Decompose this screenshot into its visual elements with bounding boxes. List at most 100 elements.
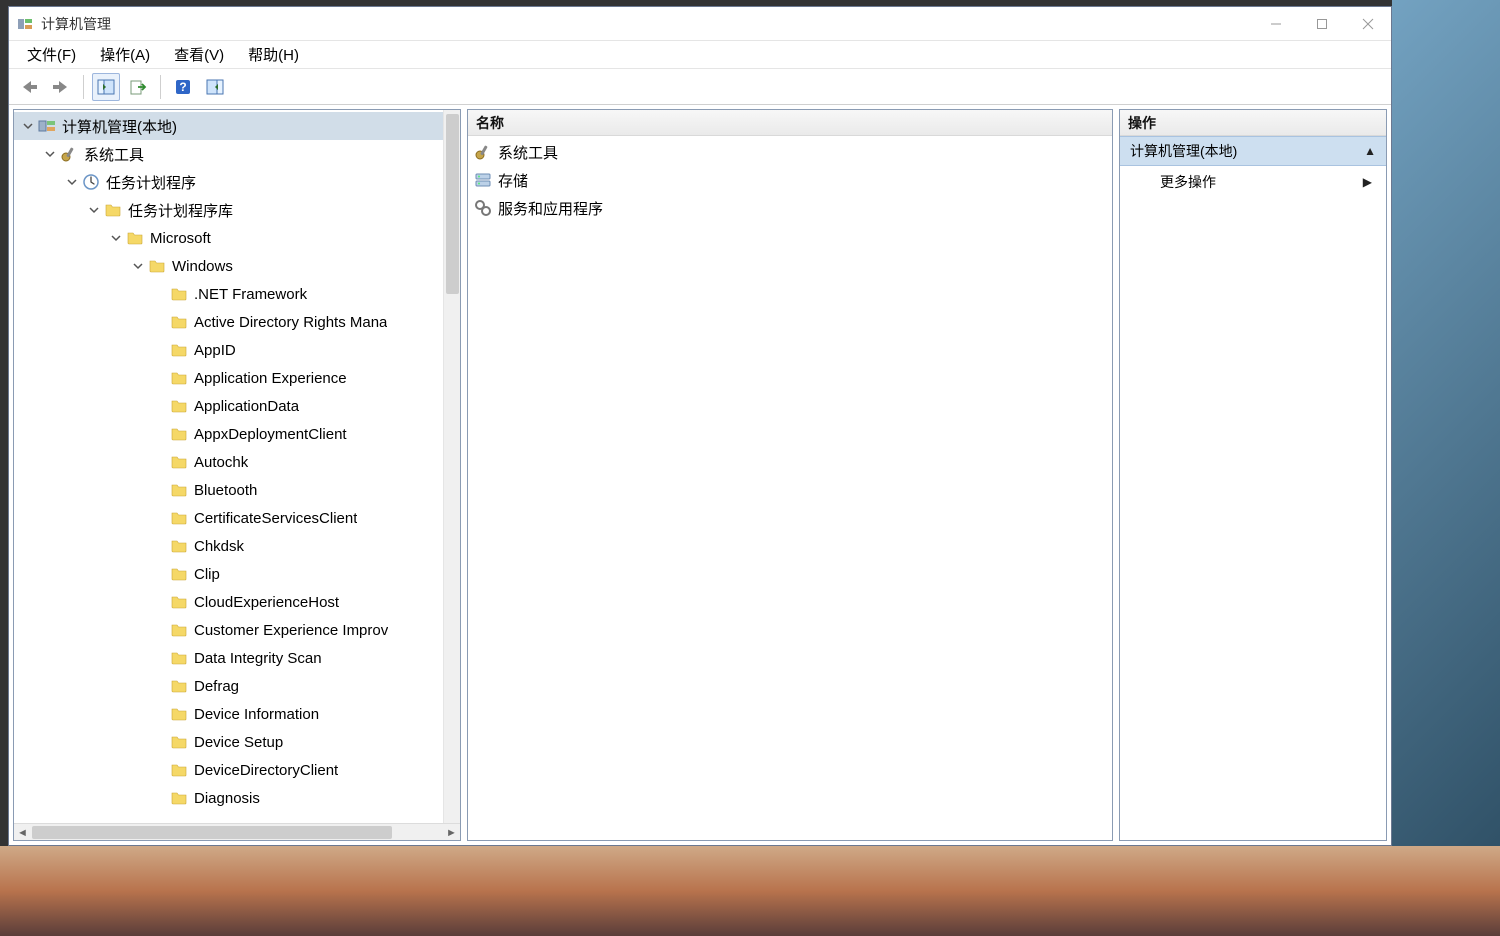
tree-panel: 计算机管理(本地) 系统工具 任务计划程序 任务计划程序库 Microsoft …	[13, 109, 461, 841]
tree-folder-item[interactable]: AppID	[14, 336, 460, 364]
tree-item-label: 系统工具	[84, 144, 144, 165]
list-item[interactable]: 存储	[468, 166, 1112, 194]
maximize-button[interactable]	[1299, 7, 1345, 41]
tree-folder-item[interactable]: Device Information	[14, 700, 460, 728]
expand-icon[interactable]	[42, 149, 58, 159]
tree-folder-item[interactable]: Application Experience	[14, 364, 460, 392]
toolbar-separator	[160, 75, 161, 99]
tree-folder-item[interactable]: DeviceDirectoryClient	[14, 756, 460, 784]
chevron-right-icon: ▶	[1363, 175, 1372, 189]
tree-horizontal-scrollbar[interactable]: ◄ ►	[14, 823, 460, 840]
tree-folder-item[interactable]: Customer Experience Improv	[14, 616, 460, 644]
menu-file[interactable]: 文件(F)	[15, 41, 88, 68]
menu-help[interactable]: 帮助(H)	[236, 41, 311, 68]
tree-folder-item[interactable]: Bluetooth	[14, 476, 460, 504]
tree-windows[interactable]: Windows	[14, 252, 460, 280]
tree-item-label: Chkdsk	[194, 538, 244, 555]
tree-folder-item-icon	[170, 705, 188, 723]
tree-folder-item[interactable]: Active Directory Rights Mana	[14, 308, 460, 336]
tree-folder-item-icon	[170, 621, 188, 639]
tree-folder-item[interactable]: Defrag	[14, 672, 460, 700]
tree-task-scheduler[interactable]: 任务计划程序	[14, 168, 460, 196]
tree-folder-item[interactable]: Chkdsk	[14, 532, 460, 560]
tree-folder-item-icon	[170, 537, 188, 555]
list-item[interactable]: 系统工具	[468, 138, 1112, 166]
app-window: 计算机管理 文件(F) 操作(A) 查看(V) 帮助(H)	[8, 6, 1392, 846]
tree-folder-item-icon	[170, 593, 188, 611]
scroll-right-icon[interactable]: ►	[443, 824, 460, 840]
list-item-label: 服务和应用程序	[498, 198, 603, 219]
tree-task-scheduler-library-icon	[104, 201, 122, 219]
tree-item-label: AppxDeploymentClient	[194, 426, 347, 443]
help-button[interactable]: ?	[169, 73, 197, 101]
tree-folder-item-icon	[170, 341, 188, 359]
tree-folder-item[interactable]: Autochk	[14, 448, 460, 476]
tree-folder-item[interactable]: Device Setup	[14, 728, 460, 756]
list-item-icon	[474, 143, 492, 161]
tree-item-label: ApplicationData	[194, 398, 299, 415]
expand-icon[interactable]	[108, 233, 124, 243]
menu-action[interactable]: 操作(A)	[88, 41, 162, 68]
actions-panel: 操作 计算机管理(本地) ▲ 更多操作 ▶	[1119, 109, 1387, 841]
tree-item-label: Customer Experience Improv	[194, 622, 388, 639]
expand-icon[interactable]	[20, 121, 36, 131]
minimize-button[interactable]	[1253, 7, 1299, 41]
action-section-header[interactable]: 计算机管理(本地) ▲	[1120, 136, 1386, 166]
tree-item-label: 计算机管理(本地)	[62, 116, 177, 137]
column-header-name[interactable]: 名称	[468, 110, 1112, 136]
tree-system-tools[interactable]: 系统工具	[14, 140, 460, 168]
nav-forward-button[interactable]	[47, 73, 75, 101]
expand-icon[interactable]	[86, 205, 102, 215]
collapse-icon: ▲	[1364, 144, 1376, 158]
tree-item-label: Device Setup	[194, 734, 283, 751]
show-hide-action-pane-button[interactable]	[201, 73, 229, 101]
expand-icon[interactable]	[64, 177, 80, 187]
tree-task-scheduler-library[interactable]: 任务计划程序库	[14, 196, 460, 224]
list-item-label: 存储	[498, 170, 528, 191]
tree-item-label: CertificateServicesClient	[194, 510, 357, 527]
action-more[interactable]: 更多操作 ▶	[1120, 166, 1386, 198]
close-button[interactable]	[1345, 7, 1391, 41]
tree-item-label: Diagnosis	[194, 790, 260, 807]
tree-folder-item[interactable]: Clip	[14, 560, 460, 588]
list-item-label: 系统工具	[498, 142, 558, 163]
tree-folder-item[interactable]: CertificateServicesClient	[14, 504, 460, 532]
svg-text:?: ?	[179, 80, 186, 94]
titlebar: 计算机管理	[9, 7, 1391, 41]
item-list[interactable]: 系统工具 存储 服务和应用程序	[468, 136, 1112, 224]
tree-folder-item-icon	[170, 761, 188, 779]
export-list-button[interactable]	[124, 73, 152, 101]
tree-item-label: Data Integrity Scan	[194, 650, 322, 667]
tree-item-label: .NET Framework	[194, 286, 307, 303]
tree-vertical-scrollbar[interactable]	[443, 110, 460, 823]
tree-folder-item[interactable]: ApplicationData	[14, 392, 460, 420]
list-panel: 名称 系统工具 存储 服务和应用程序	[467, 109, 1113, 841]
actions-panel-title: 操作	[1120, 110, 1386, 136]
tree-system-tools-icon	[60, 145, 78, 163]
tree-root[interactable]: 计算机管理(本地)	[14, 112, 460, 140]
menubar: 文件(F) 操作(A) 查看(V) 帮助(H)	[9, 41, 1391, 69]
tree-folder-item[interactable]: CloudExperienceHost	[14, 588, 460, 616]
tree-item-label: Microsoft	[150, 230, 211, 247]
tree-item-label: Application Experience	[194, 370, 347, 387]
nav-back-button[interactable]	[15, 73, 43, 101]
scroll-left-icon[interactable]: ◄	[14, 824, 31, 840]
tree-item-label: Autochk	[194, 454, 248, 471]
tree-item-label: Active Directory Rights Mana	[194, 314, 387, 331]
menu-view[interactable]: 查看(V)	[162, 41, 236, 68]
tree-folder-item[interactable]: Data Integrity Scan	[14, 644, 460, 672]
tree-item-label: Device Information	[194, 706, 319, 723]
tree-folder-item-icon	[170, 677, 188, 695]
tree-folder-item[interactable]: .NET Framework	[14, 280, 460, 308]
list-item[interactable]: 服务和应用程序	[468, 194, 1112, 222]
tree-folder-item-icon	[170, 397, 188, 415]
tree-folder-item-icon	[170, 481, 188, 499]
show-hide-tree-button[interactable]	[92, 73, 120, 101]
tree-microsoft[interactable]: Microsoft	[14, 224, 460, 252]
tree-folder-item[interactable]: Diagnosis	[14, 784, 460, 812]
expand-icon[interactable]	[130, 261, 146, 271]
tree[interactable]: 计算机管理(本地) 系统工具 任务计划程序 任务计划程序库 Microsoft …	[14, 110, 460, 814]
tree-root-icon	[38, 117, 56, 135]
tree-folder-item[interactable]: AppxDeploymentClient	[14, 420, 460, 448]
list-item-icon	[474, 171, 492, 189]
